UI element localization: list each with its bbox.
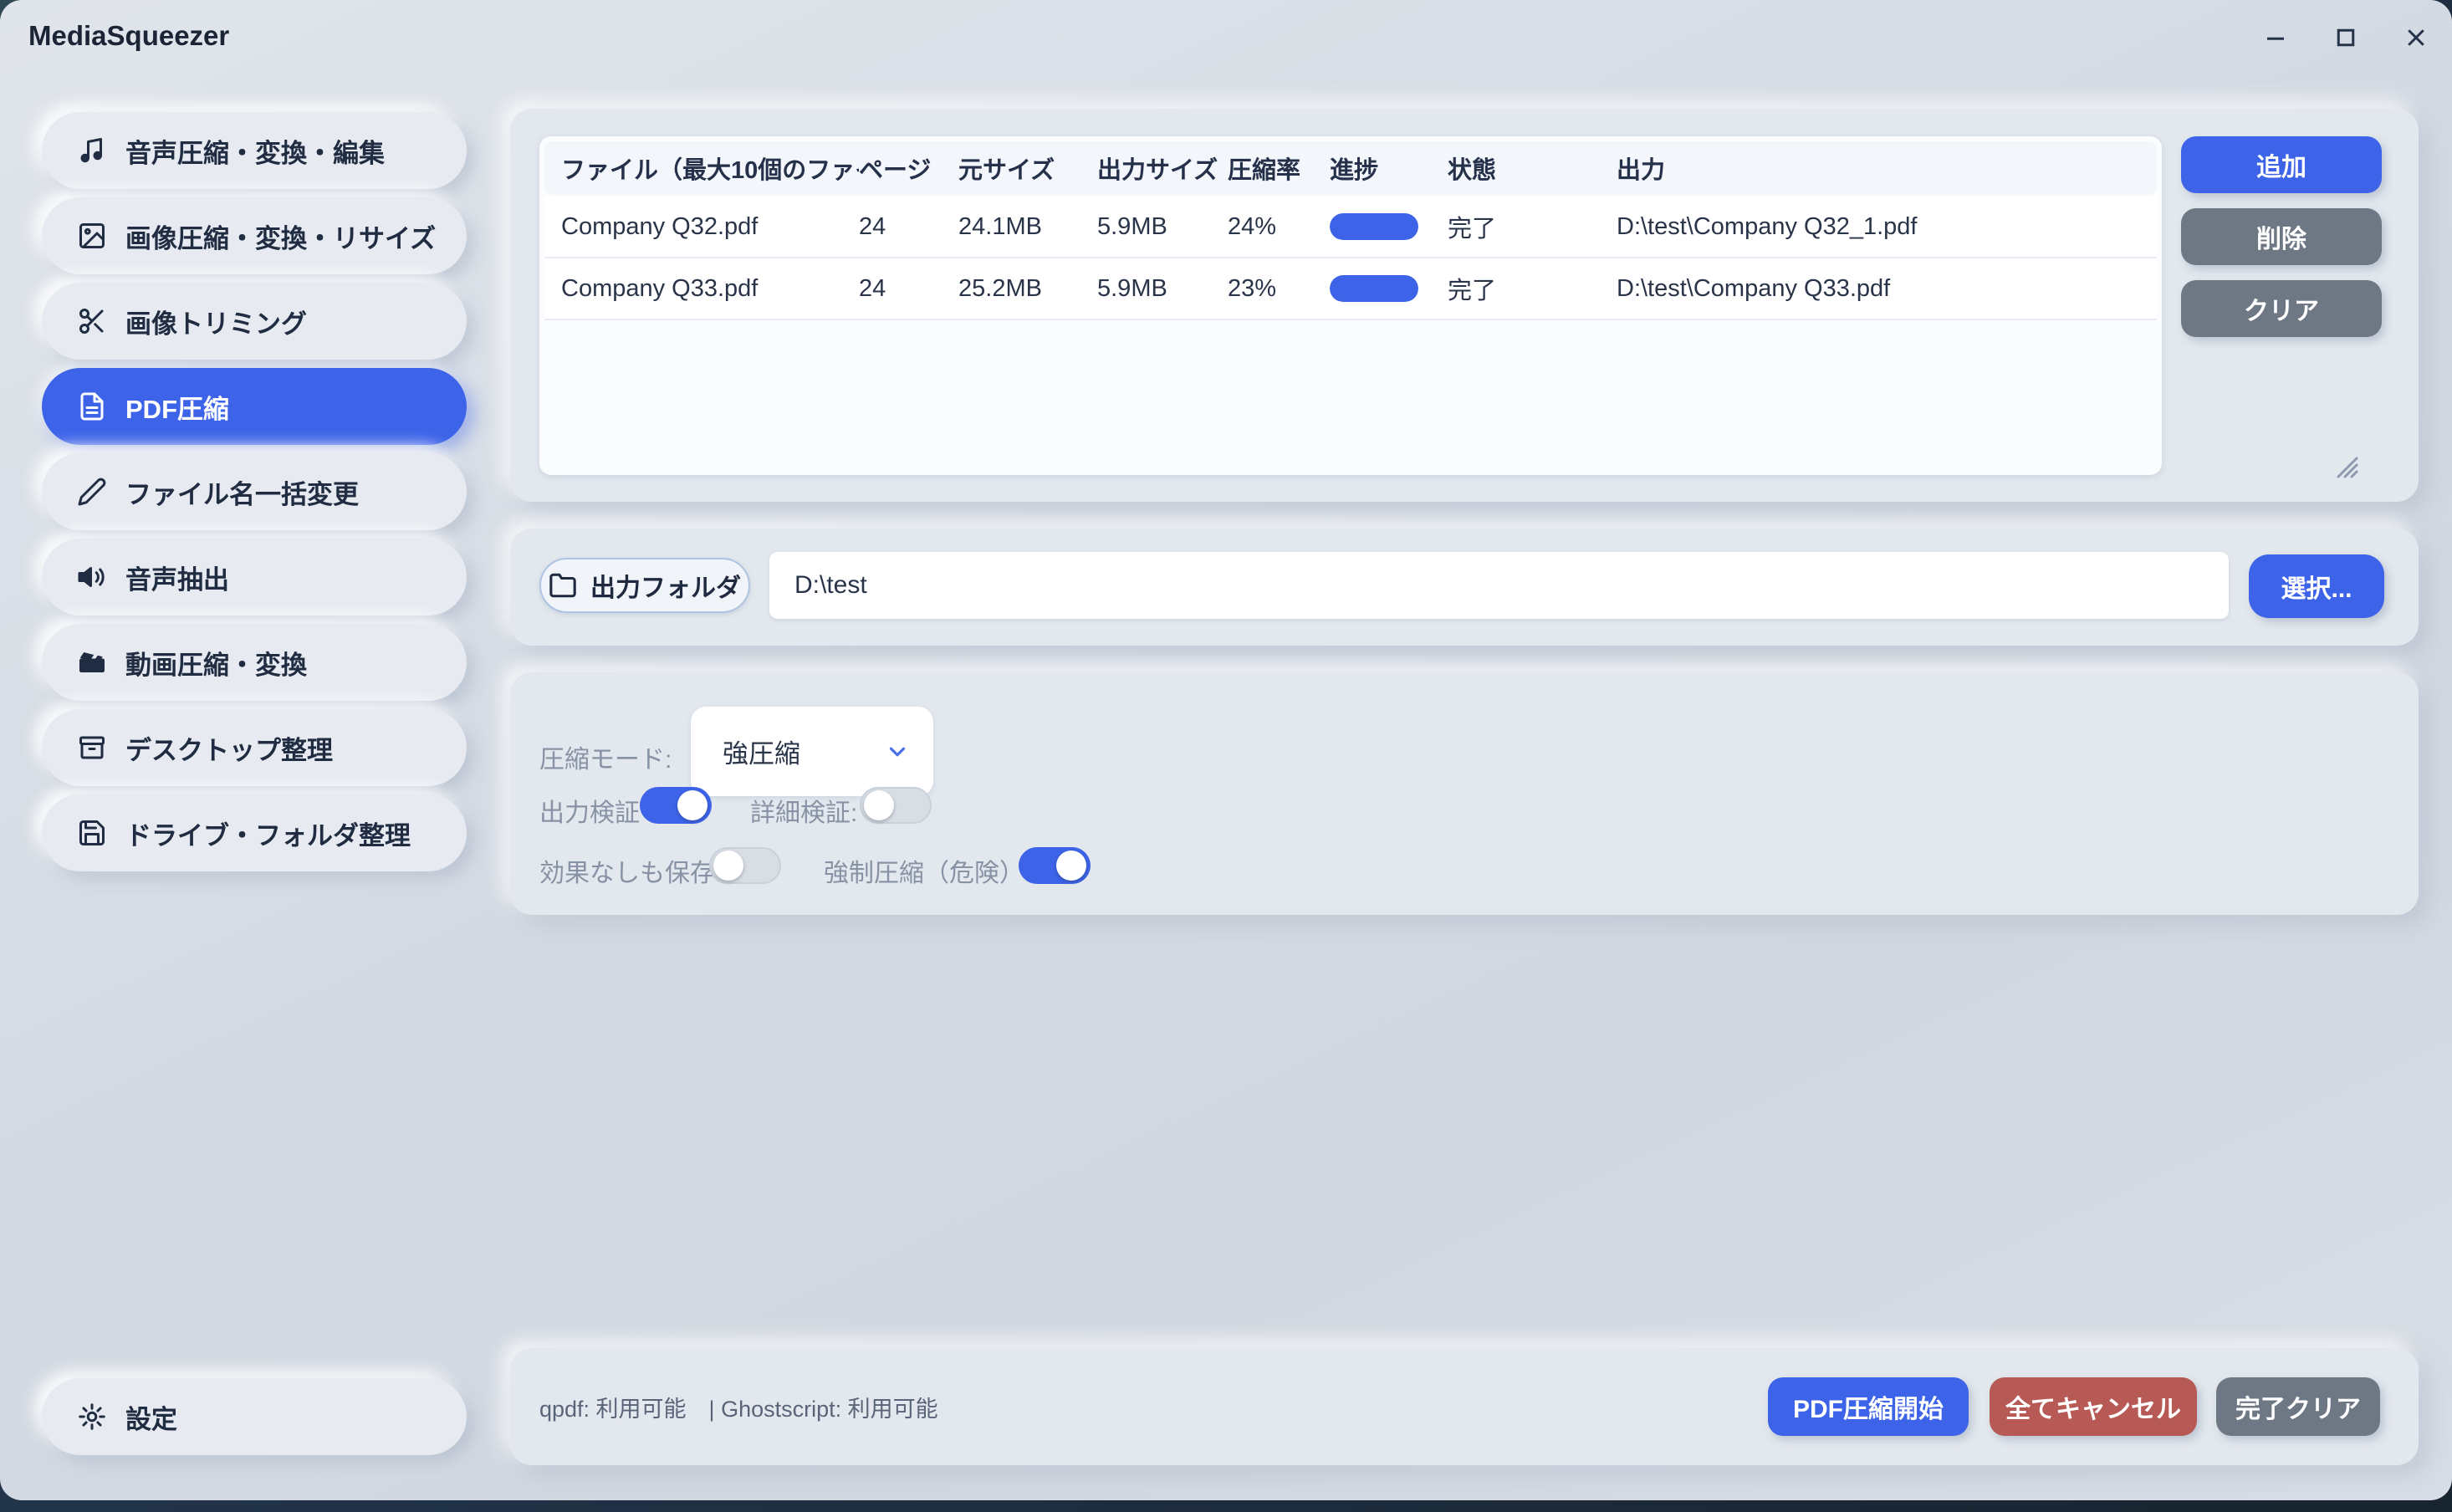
output-folder-panel: 出力フォルダ 選択... xyxy=(510,529,2419,646)
output-folder-button[interactable]: 出力フォルダ xyxy=(539,558,750,613)
output-folder-label: 出力フォルダ xyxy=(590,567,741,604)
output-verify-label: 出力検証 xyxy=(539,792,640,829)
sidebar-item-pdf-compress[interactable]: PDF圧縮 xyxy=(42,368,467,445)
add-button[interactable]: 追加 xyxy=(2181,136,2382,193)
cell-pages: 24 xyxy=(859,275,958,303)
column-header-original-size[interactable]: 元サイズ xyxy=(958,151,1097,186)
folder-icon xyxy=(549,571,577,600)
archive-icon xyxy=(77,733,107,763)
compression-mode-label: 圧縮モード: xyxy=(539,738,672,775)
sidebar-item-label: 動画圧縮・変換 xyxy=(125,644,307,682)
table-row[interactable]: Company Q33.pdf 24 25.2MB 5.9MB 23% 完了 D… xyxy=(544,258,2157,320)
detail-verify-toggle[interactable] xyxy=(860,787,932,824)
column-header-status[interactable]: 状態 xyxy=(1448,151,1617,186)
cell-ratio: 24% xyxy=(1228,213,1330,241)
sidebar-item-label: ドライブ・フォルダ整理 xyxy=(125,815,411,852)
cell-file: Company Q32.pdf xyxy=(561,213,859,241)
sidebar-item-desktop-organize[interactable]: デスクトップ整理 xyxy=(42,709,467,786)
gear-icon xyxy=(77,1402,107,1432)
sidebar-item-label: PDF圧縮 xyxy=(125,388,229,426)
table-row[interactable]: Company Q32.pdf 24 24.1MB 5.9MB 24% 完了 D… xyxy=(544,197,2157,258)
options-panel: 圧縮モード: 強圧縮 出力検証 詳細検証: 効果なしも保存: 強制圧縮（危険）: xyxy=(510,672,2419,915)
column-header-ratio[interactable]: 圧縮率 xyxy=(1228,151,1330,186)
file-table: ファイル（最大10個のファイル） ページ 元サイズ 出力サイズ 圧縮率 進捗 状… xyxy=(539,136,2162,475)
chevron-down-icon xyxy=(885,739,910,764)
sidebar-item-image-trim[interactable]: 画像トリミング xyxy=(42,283,467,360)
output-path-input[interactable] xyxy=(769,552,2229,619)
progress-bar xyxy=(1330,275,1418,302)
music-note-icon xyxy=(77,135,107,166)
save-no-effect-label: 効果なしも保存: xyxy=(539,852,722,889)
column-header-file[interactable]: ファイル（最大10個のファイル） xyxy=(561,151,859,186)
clapperboard-icon xyxy=(77,647,107,677)
start-pdf-compress-button[interactable]: PDF圧縮開始 xyxy=(1768,1377,1969,1436)
sidebar-item-audio-compress[interactable]: 音声圧縮・変換・編集 xyxy=(42,112,467,189)
status-bar: qpdf: 利用可能 | Ghostscript: 利用可能 PDF圧縮開始 全… xyxy=(510,1348,2419,1465)
detail-verify-label: 詳細検証: xyxy=(750,792,857,829)
sidebar-item-label: 音声圧縮・変換・編集 xyxy=(125,132,385,170)
save-no-effect-toggle[interactable] xyxy=(709,847,781,884)
files-panel: ファイル（最大10個のファイル） ページ 元サイズ 出力サイズ 圧縮率 進捗 状… xyxy=(510,109,2419,502)
maximize-icon[interactable] xyxy=(2332,23,2360,52)
cell-pages: 24 xyxy=(859,213,958,241)
cell-output-size: 5.9MB xyxy=(1097,213,1228,241)
minimize-icon[interactable] xyxy=(2261,23,2290,52)
output-verify-toggle[interactable] xyxy=(640,787,712,824)
cell-original-size: 24.1MB xyxy=(958,213,1097,241)
app-window: MediaSqueezer 音声圧縮・変換・編集 画像圧縮・変換・リサイズ 画像… xyxy=(0,0,2452,1500)
resize-grip-icon[interactable] xyxy=(2328,448,2362,482)
sidebar-item-label: 画像圧縮・変換・リサイズ xyxy=(125,217,436,255)
sidebar-item-label: 音声抽出 xyxy=(125,559,229,596)
image-icon xyxy=(77,221,107,251)
column-header-progress[interactable]: 進捗 xyxy=(1330,151,1448,186)
column-header-pages[interactable]: ページ xyxy=(859,151,958,186)
force-compress-label: 強制圧縮（危険）: xyxy=(824,852,1031,889)
cell-progress xyxy=(1330,275,1448,302)
cell-progress xyxy=(1330,213,1448,240)
pen-icon xyxy=(77,477,107,507)
sidebar-item-settings[interactable]: 設定 xyxy=(42,1378,467,1455)
progress-bar xyxy=(1330,213,1418,240)
force-compress-toggle[interactable] xyxy=(1019,847,1091,884)
tool-availability-status: qpdf: 利用可能 | Ghostscript: 利用可能 xyxy=(539,1348,938,1465)
choose-folder-button[interactable]: 選択... xyxy=(2249,554,2384,618)
cell-file: Company Q33.pdf xyxy=(561,275,859,303)
sidebar-item-image-compress[interactable]: 画像圧縮・変換・リサイズ xyxy=(42,197,467,274)
clear-button[interactable]: クリア xyxy=(2181,280,2382,337)
column-header-output[interactable]: 出力 xyxy=(1617,151,2157,186)
cell-status: 完了 xyxy=(1448,209,1617,244)
close-icon[interactable] xyxy=(2402,23,2430,52)
cell-output-size: 5.9MB xyxy=(1097,275,1228,303)
compression-mode-value: 強圧縮 xyxy=(723,733,800,770)
pdf-document-icon xyxy=(77,391,107,421)
remove-button[interactable]: 削除 xyxy=(2181,208,2382,265)
cell-output-path: D:\test\Company Q33.pdf xyxy=(1617,275,2157,303)
titlebar: MediaSqueezer xyxy=(0,0,2452,75)
scissors-icon xyxy=(77,306,107,336)
cell-ratio: 23% xyxy=(1228,275,1330,303)
window-controls xyxy=(2261,0,2430,75)
sidebar-item-audio-extract[interactable]: 音声抽出 xyxy=(42,539,467,616)
sidebar-item-label: 設定 xyxy=(125,1398,177,1436)
column-header-output-size[interactable]: 出力サイズ xyxy=(1097,151,1228,186)
cell-original-size: 25.2MB xyxy=(958,275,1097,303)
sidebar-item-label: デスクトップ整理 xyxy=(125,729,333,767)
speaker-icon xyxy=(77,562,107,592)
sidebar-item-video-compress[interactable]: 動画圧縮・変換 xyxy=(42,624,467,701)
clear-done-button[interactable]: 完了クリア xyxy=(2216,1377,2380,1436)
floppy-icon xyxy=(77,818,107,848)
cancel-all-button[interactable]: 全てキャンセル xyxy=(1990,1377,2197,1436)
app-title: MediaSqueezer xyxy=(28,20,229,52)
compression-mode-select[interactable]: 強圧縮 xyxy=(691,707,933,796)
sidebar-item-label: ファイル名一括変更 xyxy=(125,473,359,511)
sidebar-item-drive-organize[interactable]: ドライブ・フォルダ整理 xyxy=(42,794,467,871)
sidebar-item-label: 画像トリミング xyxy=(125,303,307,340)
table-header-row: ファイル（最大10個のファイル） ページ 元サイズ 出力サイズ 圧縮率 進捗 状… xyxy=(544,141,2157,195)
cell-status: 完了 xyxy=(1448,271,1617,306)
sidebar-item-batch-rename[interactable]: ファイル名一括変更 xyxy=(42,453,467,530)
cell-output-path: D:\test\Company Q32_1.pdf xyxy=(1617,213,2157,241)
